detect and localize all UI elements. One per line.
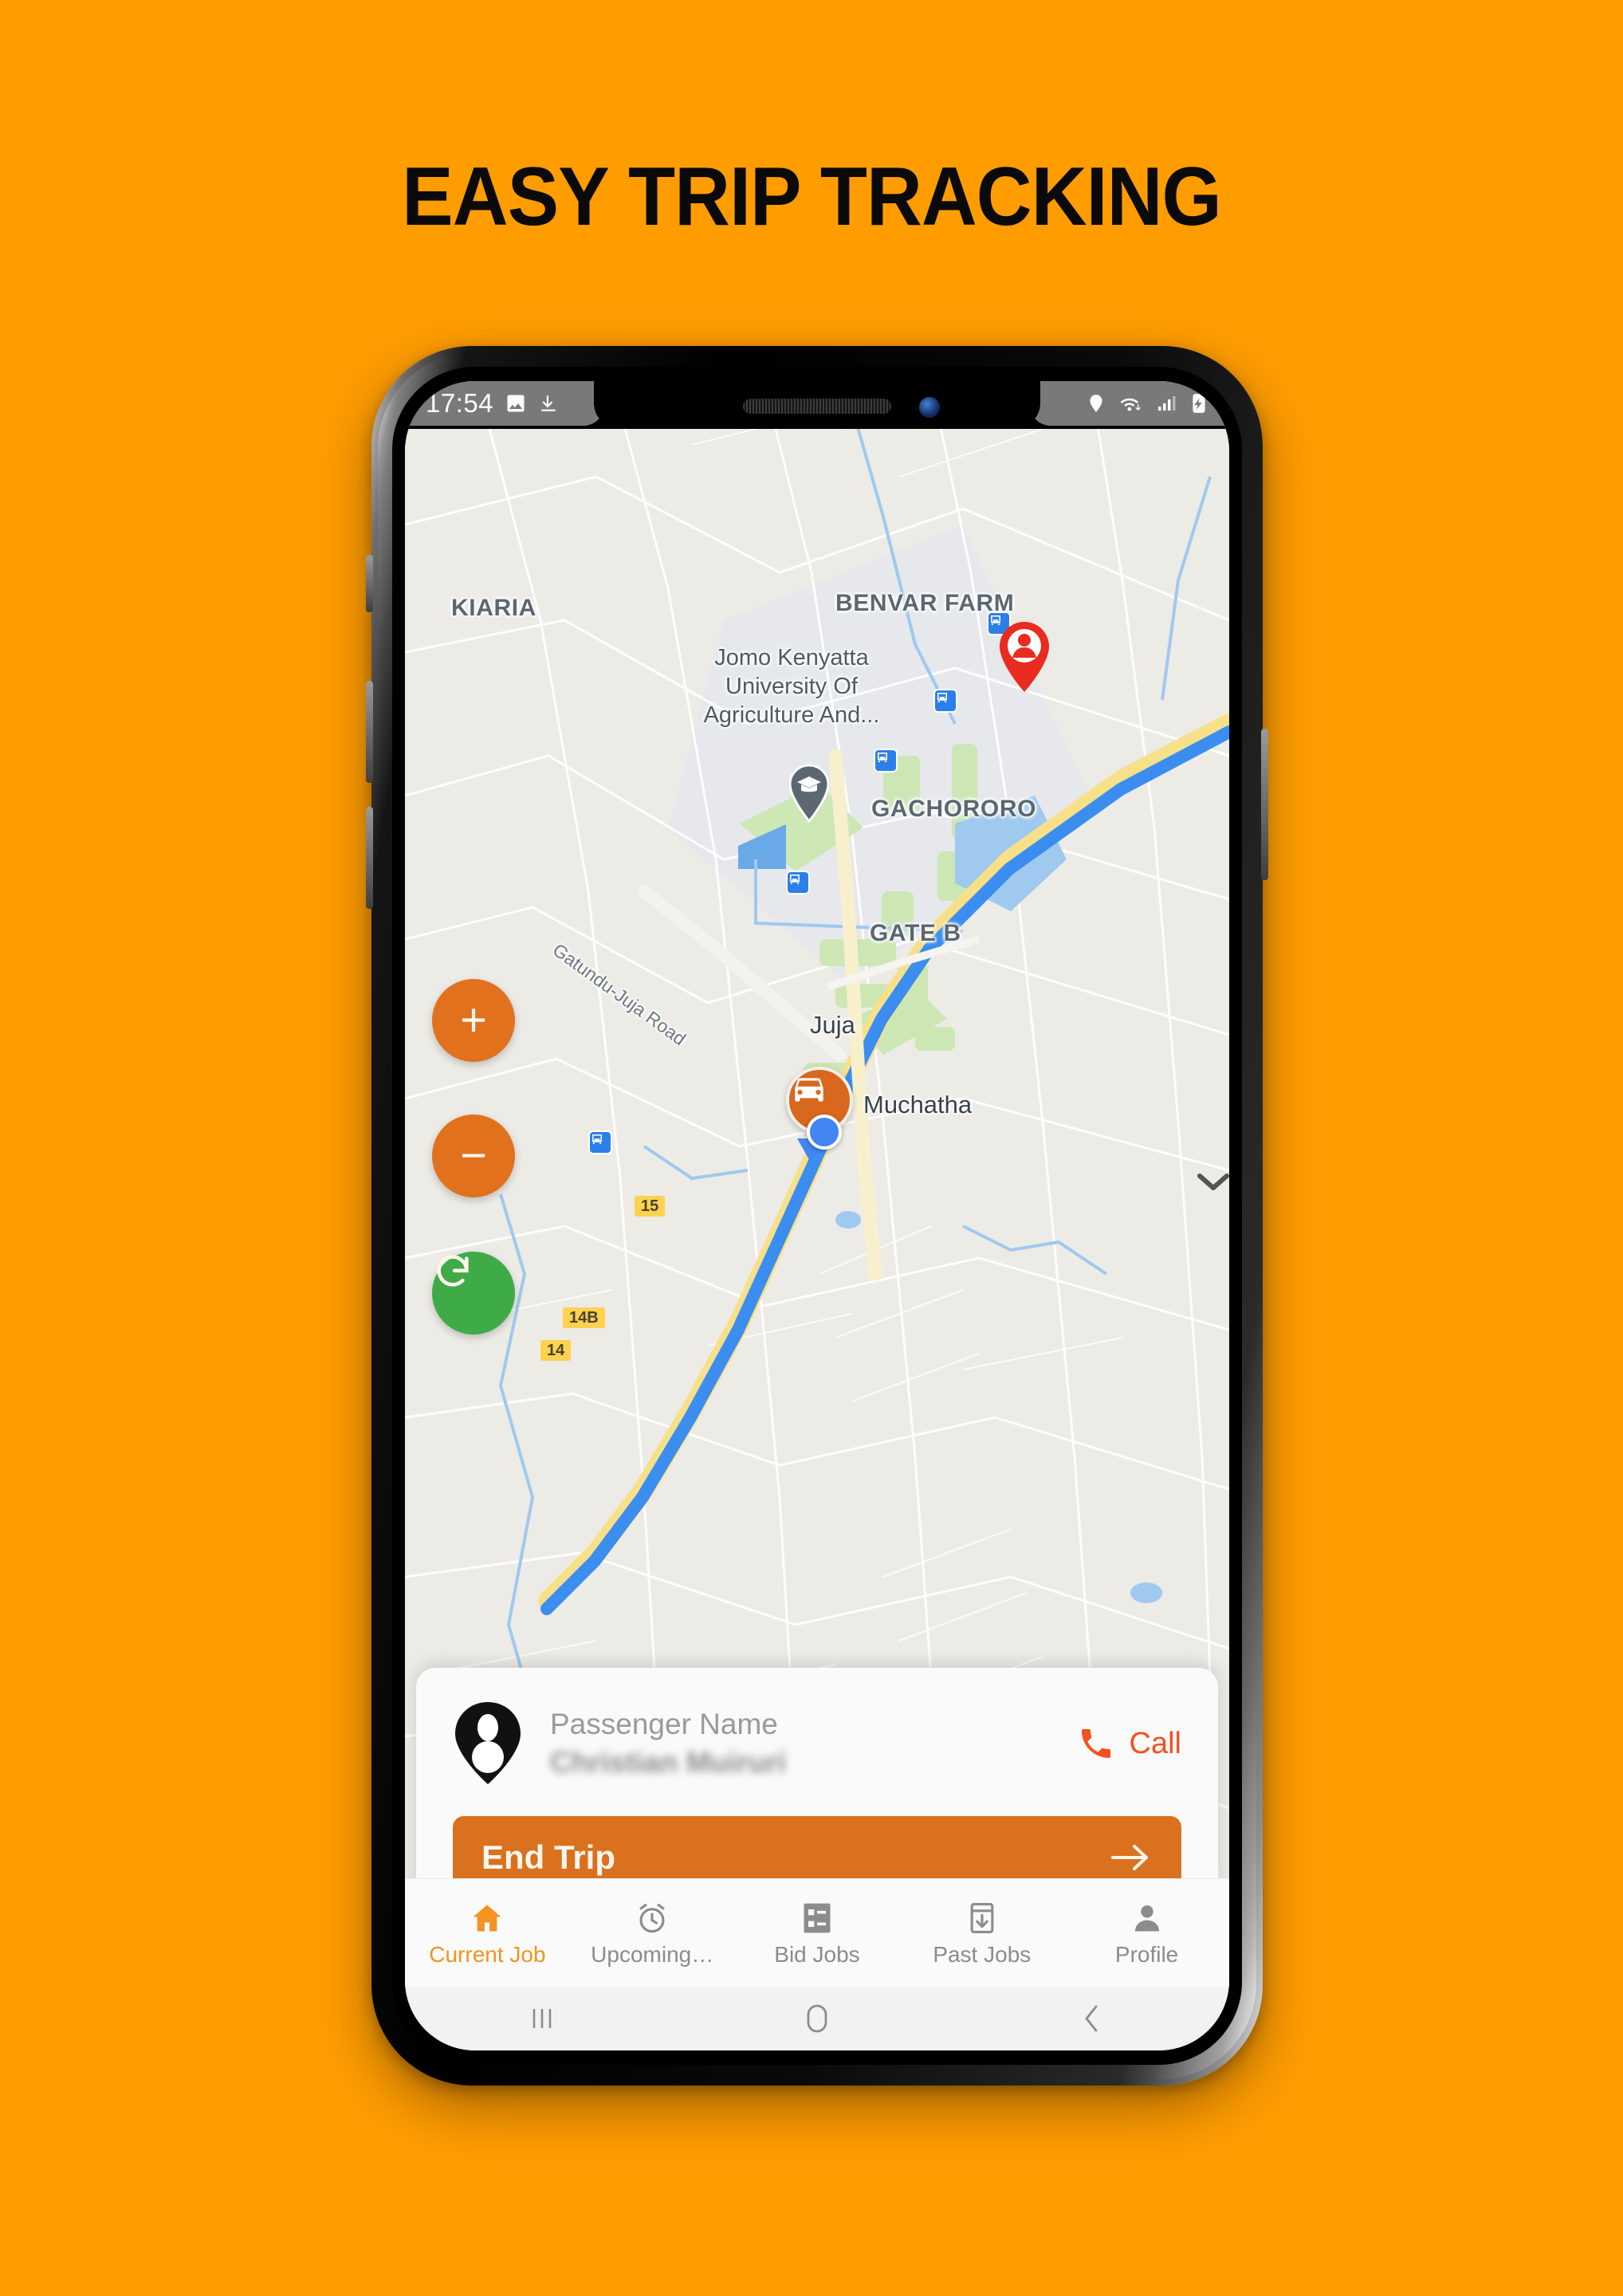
refresh-icon — [437, 1255, 469, 1287]
nav-label-profile: Profile — [1114, 1941, 1179, 1967]
passenger-location-pin-icon — [995, 620, 1054, 694]
android-recents-button[interactable] — [494, 2003, 590, 2034]
phone-icon — [1081, 1729, 1110, 1758]
road-shield-15: 15 — [635, 1196, 666, 1217]
phone-screen: Google KIARIA BENVAR FARM GACHORORO GATE… — [405, 381, 1229, 2050]
nav-label-upcoming: Upcoming… — [591, 1941, 714, 1967]
bus-stop-icon — [588, 1130, 612, 1154]
android-home-button[interactable] — [769, 2001, 865, 2036]
wifi-icon — [1120, 398, 1141, 411]
passenger-text-block: Passenger Name Christian Muiruri — [550, 1707, 1077, 1779]
home-icon — [473, 1905, 501, 1931]
arrow-right-icon — [1111, 1845, 1148, 1870]
android-back-button[interactable] — [1044, 2002, 1140, 2035]
phone-button-silent[interactable] — [366, 555, 373, 612]
road-shield-14b: 14B — [563, 1307, 605, 1328]
zoom-out-button[interactable]: − — [432, 1115, 515, 1197]
status-bar-right — [1030, 381, 1229, 426]
passenger-row: Passenger Name Christian Muiruri Call — [453, 1701, 1181, 1786]
bus-stop-icon — [874, 749, 898, 773]
nav-item-bid-jobs[interactable]: Bid Jobs — [735, 1901, 900, 1968]
bottom-navigation: Current Job Upcoming… Bid Jobs Past Jobs… — [405, 1878, 1229, 1988]
end-trip-label: End Trip — [481, 1838, 615, 1876]
battery-icon — [1193, 394, 1205, 413]
zoom-in-label: + — [460, 994, 487, 1046]
signal-bars-icon — [1158, 396, 1176, 411]
nav-item-past-jobs[interactable]: Past Jobs — [899, 1901, 1064, 1968]
nav-label-current-job: Current Job — [429, 1941, 546, 1967]
bus-stop-icon — [933, 689, 957, 713]
nav-label-past-jobs: Past Jobs — [933, 1941, 1032, 1967]
page-title: EASY TRIP TRACKING — [402, 151, 1222, 243]
status-bar-left: 17:54 — [405, 381, 604, 426]
list-icon — [804, 1903, 831, 1932]
archive-download-icon — [970, 1902, 994, 1933]
location-pin-icon — [1090, 395, 1102, 412]
front-camera — [919, 397, 940, 418]
alarm-clock-icon — [639, 1903, 665, 1932]
earpiece-speaker — [743, 399, 891, 414]
zoom-in-button[interactable]: + — [432, 979, 515, 1062]
zoom-out-label: − — [460, 1130, 487, 1181]
passenger-name-value: Christian Muiruri — [550, 1746, 787, 1779]
nav-label-bid-jobs: Bid Jobs — [774, 1941, 860, 1967]
avatar — [455, 1702, 521, 1784]
download-icon — [541, 395, 556, 411]
home-pill-icon — [807, 2004, 827, 2033]
passenger-name-label: Passenger Name — [550, 1708, 778, 1741]
person-icon — [1134, 1905, 1159, 1931]
refresh-button[interactable] — [432, 1252, 515, 1335]
call-button[interactable]: Call — [1077, 1724, 1181, 1763]
back-chevron-icon — [1085, 2005, 1098, 2032]
phone-button-volume-down[interactable] — [366, 807, 373, 909]
recents-icon — [533, 2008, 552, 2029]
graduation-cap-pin-icon — [786, 764, 832, 823]
call-label: Call — [1129, 1726, 1181, 1760]
phone-mockup: Google KIARIA BENVAR FARM GACHORORO GATE… — [366, 346, 1268, 2086]
nav-item-upcoming[interactable]: Upcoming… — [570, 1901, 735, 1968]
android-navigation-bar — [405, 1987, 1229, 2050]
chevron-down-icon — [1197, 1174, 1229, 1190]
phone-button-power[interactable] — [1261, 729, 1268, 880]
road-shield-14: 14 — [540, 1340, 572, 1361]
blue-location-dot-icon — [807, 1115, 842, 1150]
bus-stop-icon — [786, 871, 810, 894]
nav-item-profile[interactable]: Profile — [1064, 1901, 1229, 1968]
phone-button-volume-up[interactable] — [366, 681, 373, 783]
status-bar-clock: 17:54 — [426, 388, 494, 418]
nav-item-current-job[interactable]: Current Job — [405, 1901, 570, 1968]
image-icon — [507, 395, 525, 412]
